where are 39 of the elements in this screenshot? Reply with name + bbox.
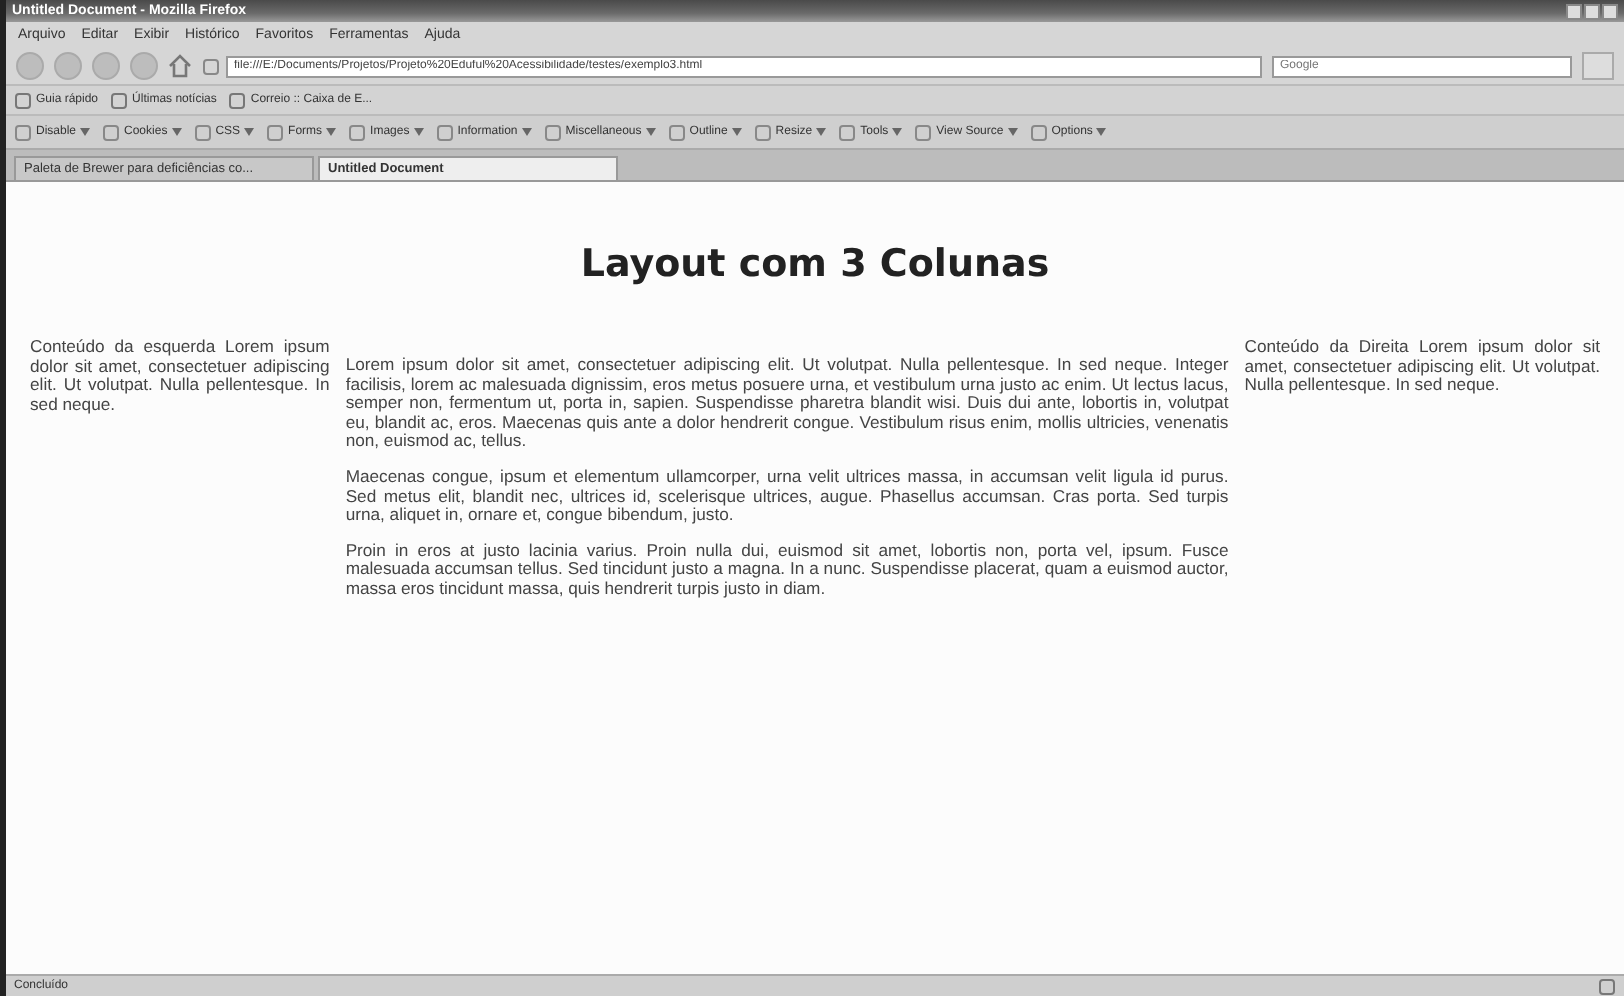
minimize-button[interactable]	[1566, 3, 1582, 19]
left-column-text: Conteúdo da esquerda Lorem ipsum dolor sit amet, consectetuer adipiscing elit. Ut volutpat. Nulla pellentesque. In sed neque.	[30, 338, 330, 415]
caret-icon[interactable]	[1007, 128, 1018, 136]
toolbar-icon	[753, 123, 772, 141]
home-icon[interactable]	[168, 54, 192, 78]
status-icon	[1598, 977, 1616, 995]
caret-icon[interactable]	[731, 128, 742, 136]
caret-icon[interactable]	[413, 128, 424, 136]
bookmark-icon	[14, 91, 32, 109]
page-icon	[202, 57, 220, 75]
paragraph: Proin in eros at justo lacinia varius. Proin nulla dui, euismod sit amet, lobortis non, porta vel, ipsum. Fusce malesuada accumsan tellus. Sed tincidunt justo a magna. In a nunc. Suspendisse placerat, quam a euismod auctor, massa eros tincidunt massa, quis hendrerit turpis justo in diam.	[345, 541, 1229, 600]
toolbar-icon	[1029, 123, 1048, 141]
bookmark-icon	[228, 91, 247, 109]
close-button[interactable]	[1602, 3, 1618, 19]
caret-icon[interactable]	[816, 128, 827, 136]
caret-icon[interactable]	[80, 128, 91, 136]
caret-icon[interactable]	[521, 128, 532, 136]
toolbar-icon	[14, 123, 32, 141]
bookmark-icon	[110, 91, 129, 109]
caret-icon[interactable]	[892, 128, 903, 136]
paragraph: Maecenas congue, ipsum et elementum ullamcorper, urna velit ultrices massa, in accumsan velit ligula id purus. Sed metus elit, blandit nec, ultrices id, scelerisque ultrices, augue. Phasellus accumsan. Cras porta. Sed turpis urna, aliquet in, ornare et, congue bibendum, justo.	[345, 467, 1229, 526]
caret-icon[interactable]	[1096, 128, 1107, 136]
caret-icon[interactable]	[326, 128, 337, 136]
maximize-button[interactable]	[1584, 3, 1600, 19]
toolbar-icon	[193, 123, 212, 141]
paragraph: Lorem ipsum dolor sit amet, consectetuer adipiscing elit. Ut volutpat. Nulla pellentesque. In sed neque. Integer facilisis, lorem ac malesuada dignissim, eros metus posuere urna, et vestibulum urna justo ac enim. Ut lectus lacus, semper non, fermentum ut, porta in, sapien. Suspendisse pharetra blandit wisi. Duis dui ante, lobortis in, volutpat eu, blandit ac, eros. Maecenas quis ante a dolor hendrerit congue. Vestibulum risus enim, mollis ultricies, venenatis non, euismod ac, tellus.	[345, 356, 1229, 452]
caret-icon[interactable]	[645, 128, 656, 136]
page-heading: Layout com 3 Colunas	[578, 240, 1052, 290]
right-column-text: Conteúdo da Direita Lorem ipsum dolor sit amet, consectetuer adipiscing elit. Ut volutpat. Nulla pellentesque. In sed neque.	[1244, 338, 1600, 396]
caret-icon[interactable]	[244, 128, 255, 136]
toolbar-icon	[266, 123, 285, 141]
caret-icon[interactable]	[171, 128, 182, 136]
toolbar-icon	[667, 123, 686, 141]
toolbar-icon	[435, 123, 454, 141]
toolbar-icon	[348, 123, 367, 141]
toolbar-icon	[102, 123, 121, 141]
toolbar-icon	[543, 123, 562, 141]
toolbar-icon	[838, 123, 857, 141]
toolbar-icon	[914, 123, 933, 141]
